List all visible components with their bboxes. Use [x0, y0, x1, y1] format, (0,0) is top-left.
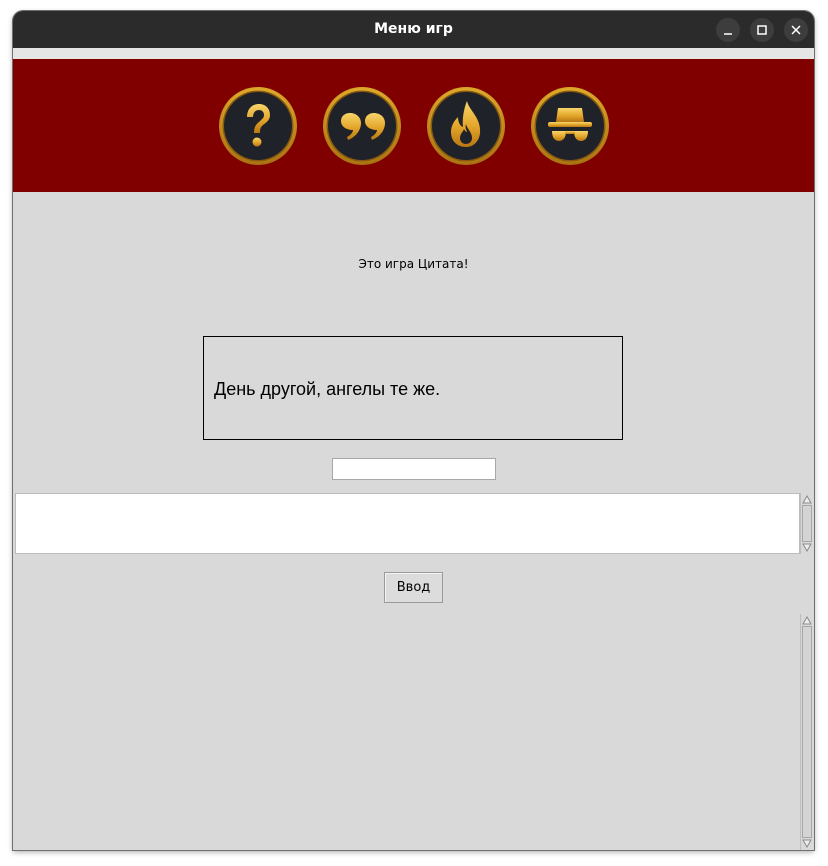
scroll-down-icon[interactable]	[801, 838, 813, 850]
app-window: Меню игр Это игра Цитата! День другой, а…	[13, 11, 814, 850]
close-icon	[791, 25, 801, 35]
scroll-thumb[interactable]	[802, 626, 812, 838]
title-bar: Меню игр	[13, 11, 814, 48]
message-textbox[interactable]	[15, 493, 800, 554]
maximize-icon	[757, 25, 767, 35]
close-button[interactable]	[784, 18, 808, 42]
maximize-button[interactable]	[750, 18, 774, 42]
output-area	[13, 614, 800, 850]
game-incognito-button[interactable]	[530, 86, 610, 166]
game-banner	[13, 59, 814, 192]
scroll-up-icon[interactable]	[801, 614, 813, 626]
quote-frame: День другой, ангелы те же.	[203, 336, 623, 440]
game-question-button[interactable]	[218, 86, 298, 166]
scroll-thumb[interactable]	[802, 505, 812, 542]
fire-icon	[427, 87, 505, 165]
scroll-down-icon[interactable]	[801, 542, 813, 554]
game-fire-button[interactable]	[426, 86, 506, 166]
quote-text: День другой, ангелы те же.	[214, 379, 441, 399]
minimize-button[interactable]	[716, 18, 740, 42]
window-title: Меню игр	[374, 21, 453, 37]
quote-marks-icon	[323, 87, 401, 165]
game-quote-button[interactable]	[322, 86, 402, 166]
message-scrollbar[interactable]	[800, 493, 813, 554]
minimize-icon	[724, 33, 732, 35]
intro-label: Это игра Цитата!	[358, 257, 469, 271]
enter-button[interactable]: Ввод	[384, 572, 443, 603]
question-mark-icon	[219, 87, 297, 165]
output-scrollbar[interactable]	[800, 614, 813, 850]
incognito-icon	[531, 87, 609, 165]
answer-input[interactable]	[332, 458, 496, 480]
scroll-up-icon[interactable]	[801, 493, 813, 505]
